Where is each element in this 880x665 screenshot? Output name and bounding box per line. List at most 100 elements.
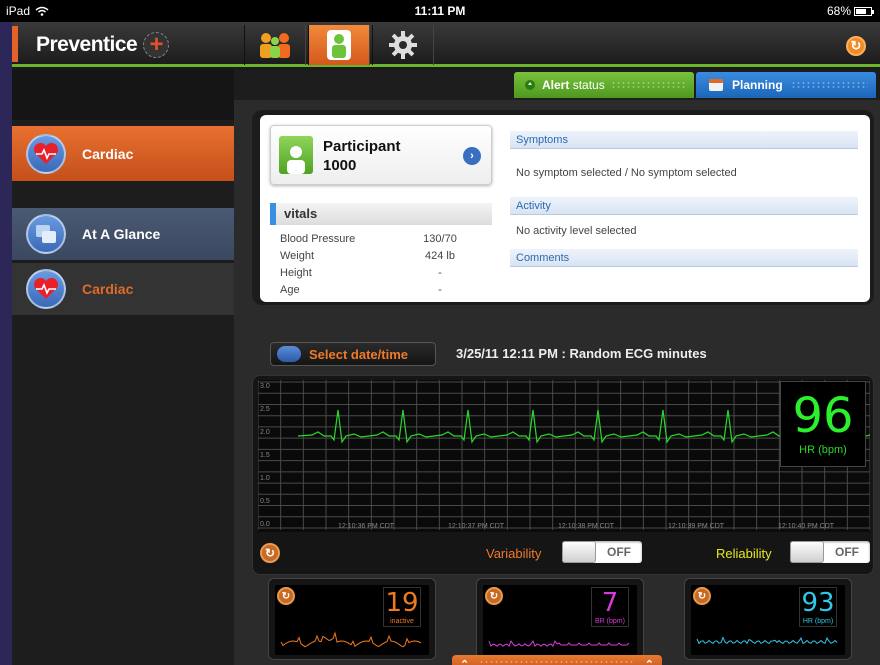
mini-unit: inactive — [390, 618, 414, 625]
mini-trace-line — [696, 636, 838, 645]
sidebar-item-label: At A Glance — [82, 226, 161, 242]
settings-nav-button[interactable] — [372, 25, 434, 65]
comments-header: Comments — [510, 249, 858, 267]
activity-header: Activity — [510, 197, 858, 215]
vital-value: - — [438, 267, 442, 279]
vitals-row: Age - — [280, 284, 470, 296]
tab-strip: Alert status Planning — [234, 70, 880, 100]
toggle-state: OFF — [835, 545, 859, 559]
tab-dots — [610, 81, 686, 89]
vital-value: - — [438, 284, 442, 296]
vital-label: Height — [280, 267, 312, 279]
hr-value: 96 — [792, 388, 854, 444]
mini-trace-line — [280, 631, 422, 648]
sidebar-item-cardiac-sub[interactable]: Cardiac — [12, 263, 234, 315]
main-content: Alert status Planning Participant 1000 ›… — [234, 70, 880, 665]
mini-value: 93 — [801, 588, 835, 618]
top-bar: Preventice + ↻ — [12, 22, 880, 67]
ecg-controls: ↻ Variability OFF Reliability OFF — [258, 538, 874, 568]
ecg-y-tick: 0.5 — [260, 498, 270, 505]
mini-value: 19 — [385, 588, 419, 618]
heart-icon — [26, 133, 66, 174]
participant-header[interactable]: Participant 1000 › — [270, 125, 492, 185]
mini-chart-hr[interactable]: ↻ 93 HR (bpm) — [684, 578, 852, 660]
sidebar-item-at-a-glance[interactable]: At A Glance — [12, 208, 234, 260]
logo-plus-icon: + — [143, 32, 170, 58]
mini-chart-br[interactable]: ↻ 7 BR (bpm) — [476, 578, 644, 660]
sidebar-item-label: Cardiac — [82, 281, 134, 297]
glance-icon — [26, 214, 66, 254]
vitals-header: vitals — [270, 203, 492, 225]
mini-trace — [696, 636, 838, 645]
person-icon — [279, 136, 313, 174]
logo-text: Preventice — [36, 33, 138, 56]
mini-trace — [280, 631, 422, 648]
refresh-icon[interactable]: ↻ — [260, 543, 280, 563]
mini-value: 7 — [601, 588, 619, 618]
participant-id: 1000 — [323, 157, 357, 174]
app-logo: Preventice + — [36, 32, 170, 58]
mini-value-box: 7 BR (bpm) — [591, 587, 629, 627]
toggle-state: OFF — [607, 545, 631, 559]
vital-label: Weight — [280, 250, 315, 262]
symptoms-text: No symptom selected / No symptom selecte… — [516, 167, 737, 179]
variability-toggle[interactable]: OFF — [562, 541, 642, 563]
ecg-y-tick: 1.0 — [260, 475, 270, 482]
tab-alert-rest: status — [572, 78, 605, 92]
mini-unit: HR (bpm) — [802, 618, 834, 625]
heart-icon — [26, 269, 66, 309]
tab-alert-bold: Alert — [542, 78, 570, 92]
select-date-button[interactable]: Select date/time — [270, 342, 436, 366]
person-nav-button[interactable] — [308, 25, 370, 65]
battery-percent: 68% — [826, 4, 851, 18]
ecg-y-tick: 1.5 — [260, 452, 270, 459]
vitals-row: Weight 424 lb — [280, 250, 470, 262]
top-accent — [12, 26, 18, 62]
battery-icon — [854, 6, 874, 16]
clock: 11:11 PM — [414, 4, 466, 18]
reliability-toggle[interactable]: OFF — [790, 541, 870, 563]
vital-value: 424 lb — [425, 250, 455, 262]
app-window: Preventice + ↻ Cardiac At A Glance Cardi… — [12, 22, 880, 665]
refresh-icon[interactable]: ↻ — [693, 587, 711, 605]
ipad-frame: iPad 11:11 PM 68% Preventice + ↻ Cardiac… — [0, 0, 880, 665]
gear-icon — [389, 31, 417, 59]
tab-planning-label: Planning — [732, 78, 783, 92]
tab-dots — [790, 81, 868, 89]
symptoms-header: Symptoms — [510, 131, 858, 149]
reliability-label: Reliability — [716, 546, 772, 561]
alert-icon — [525, 80, 535, 90]
group-nav-button[interactable] — [244, 25, 306, 65]
refresh-icon[interactable]: ↻ — [846, 36, 866, 56]
chevron-up-icon: ⌃ — [644, 658, 654, 665]
calendar-icon — [709, 79, 723, 91]
tab-alert-status[interactable]: Alert status — [514, 72, 694, 98]
ecg-background — [258, 380, 870, 532]
mini-trace — [488, 639, 630, 647]
sidebar-item-cardiac[interactable]: Cardiac — [12, 126, 260, 182]
ecg-chart: 3.0 2.5 2.0 1.5 1.0 0.5 0.0 12:10:36 PM CDT 12:1… — [258, 380, 870, 532]
ecg-x-tick: 12:10:38 PM CDT — [558, 523, 615, 530]
status-bar: iPad 11:11 PM 68% — [0, 0, 880, 22]
ecg-x-tick: 12:10:39 PM CDT — [668, 523, 725, 530]
chevron-up-icon: ⌃ — [460, 658, 470, 665]
mini-chart-inactive[interactable]: ↻ 19 inactive — [268, 578, 436, 660]
recording-title: 3/25/11 12:11 PM : Random ECG minutes — [456, 346, 707, 361]
tab-planning[interactable]: Planning — [696, 72, 876, 98]
ecg-x-tick: 12:10:40 PM CDT — [778, 523, 835, 530]
handle-dots — [479, 660, 635, 665]
drawer-handle[interactable]: ⌃ ⌃ — [452, 655, 662, 665]
mini-value-box: 19 inactive — [383, 587, 421, 627]
vitals-row: Blood Pressure 130/70 — [280, 233, 470, 245]
sidebar-item-label: Cardiac — [82, 145, 134, 162]
activity-text: No activity level selected — [516, 225, 637, 237]
sidebar-header — [12, 70, 234, 120]
hr-label: HR (bpm) — [799, 444, 847, 456]
select-date-label: Select date/time — [309, 346, 408, 362]
vitals-row: Height - — [280, 267, 470, 279]
variability-label: Variability — [486, 546, 542, 561]
refresh-icon[interactable]: ↻ — [277, 587, 295, 605]
chevron-right-icon[interactable]: › — [463, 147, 481, 165]
ecg-y-tick: 2.5 — [260, 406, 270, 413]
refresh-icon[interactable]: ↻ — [485, 587, 503, 605]
